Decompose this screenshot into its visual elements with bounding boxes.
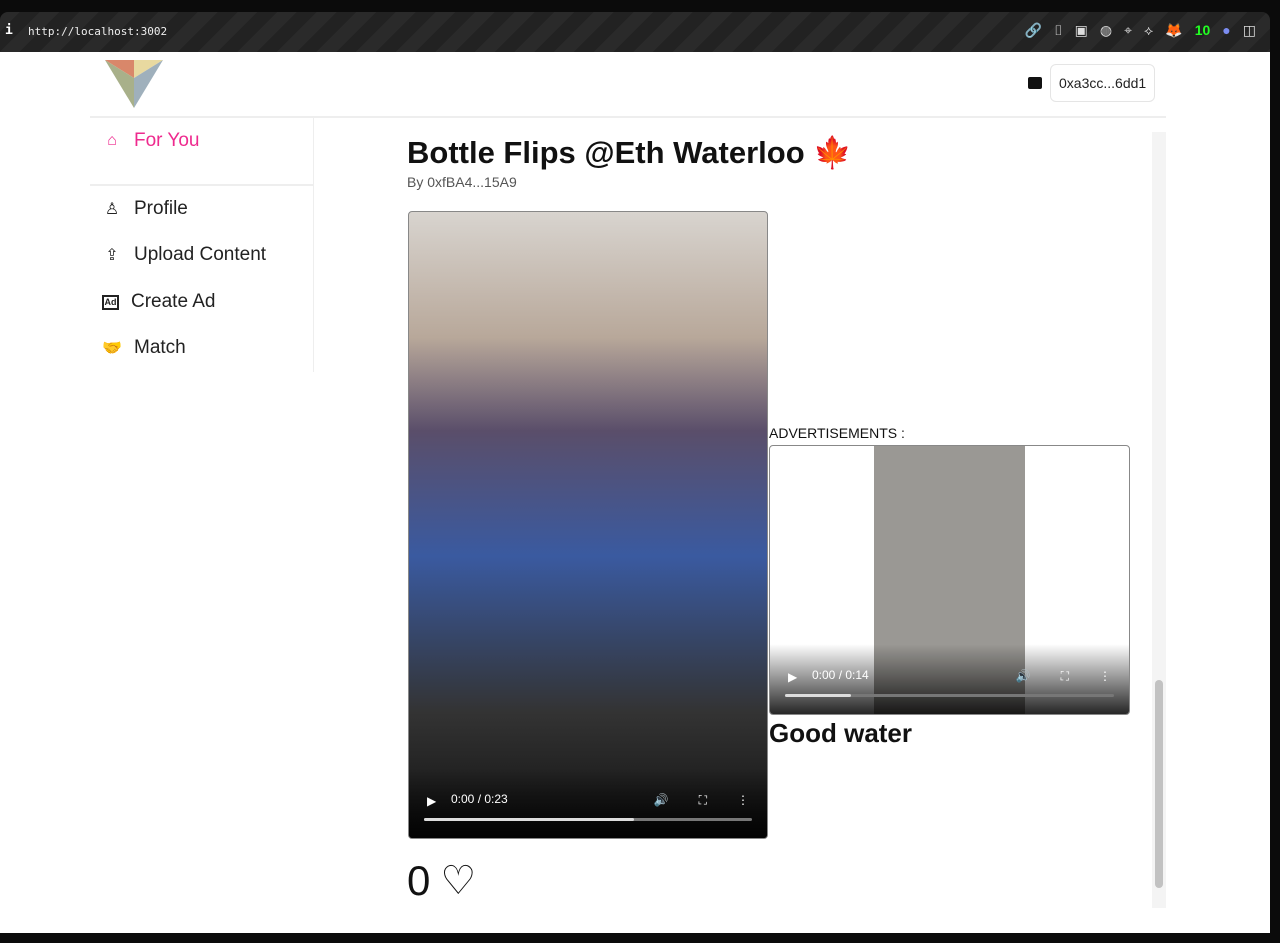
ethereum-icon[interactable]: ●: [1222, 22, 1230, 39]
terminal-icon[interactable]: ▣: [1075, 22, 1088, 39]
sidebar-divider: [90, 184, 314, 186]
ad-video[interactable]: ▶ 0:00 / 0:14 🔊 ⛶ ⋮: [769, 445, 1130, 715]
fullscreen-icon[interactable]: ⛶: [1061, 669, 1069, 684]
extension-icon[interactable]: ⟡: [1144, 22, 1153, 39]
ad-video-progress-bar[interactable]: [785, 694, 1114, 697]
extension-badge[interactable]: 10: [1195, 22, 1211, 39]
sidebar-toggle-icon[interactable]: ◫: [1243, 22, 1256, 39]
sidebar-item-profile[interactable]: ♙ Profile: [102, 198, 188, 220]
like-section: 0 ♡: [407, 857, 476, 905]
volume-icon[interactable]: 🔊: [654, 793, 669, 808]
sidebar-item-upload-content[interactable]: ⇪ Upload Content: [102, 244, 266, 266]
video-buffered-fill: [424, 818, 634, 821]
crosshair-icon[interactable]: ⌖: [1124, 22, 1132, 39]
metamask-icon[interactable]: 🦊: [1165, 22, 1182, 39]
ad-video-controls: ▶ 0:00 / 0:14 🔊 ⛶ ⋮: [770, 644, 1129, 714]
upload-icon: ⇪: [105, 247, 119, 264]
post-video[interactable]: ▶ 0:00 / 0:23 🔊 ⛶ ⋮: [408, 211, 768, 839]
address-bar[interactable]: http://localhost:3002: [28, 25, 167, 38]
more-icon[interactable]: ⋮: [737, 793, 749, 808]
wallet[interactable]: 0xa3cc...6dd1: [1028, 64, 1156, 102]
heart-icon[interactable]: ♡: [440, 858, 476, 904]
logo[interactable]: [105, 60, 163, 108]
ads-label: ADVERTISEMENTS :: [769, 425, 905, 441]
ad-video-time: 0:00 / 0:14: [812, 668, 869, 682]
scrollbar[interactable]: [1152, 132, 1166, 908]
ad-icon: Ad: [102, 294, 119, 310]
sidebar-item-create-ad[interactable]: Ad Create Ad: [102, 291, 216, 313]
browser-toolbar: i http://localhost:3002 🔗 ⌷ ▣ ◍ ⌖ ⟡ 🦊 10…: [0, 12, 1270, 52]
sidebar-item-for-you[interactable]: ⌂ For You: [102, 130, 199, 152]
video-progress-bar[interactable]: [424, 818, 752, 821]
video-controls: ▶ 0:00 / 0:23 🔊 ⛶ ⋮: [409, 768, 767, 838]
globe-icon[interactable]: ◍: [1100, 22, 1112, 39]
toolbar-icons: 🔗 ⌷ ▣ ◍ ⌖ ⟡ 🦊 10 ● ◫: [1025, 22, 1256, 39]
play-icon[interactable]: ▶: [427, 794, 436, 808]
ad-title: Good water: [769, 718, 913, 748]
post-author[interactable]: By 0xfBA4...15A9: [407, 174, 517, 190]
more-icon[interactable]: ⋮: [1099, 669, 1111, 684]
page: 0xa3cc...6dd1 ⌂ For You ♙ Profile ⇪ Upload …: [0, 52, 1270, 933]
volume-icon[interactable]: 🔊: [1016, 669, 1031, 684]
handshake-icon: 🤝: [102, 340, 122, 357]
post-title: Bottle Flips @Eth Waterloo 🍁: [407, 135, 852, 170]
link-icon[interactable]: 🔗: [1025, 22, 1042, 39]
info-icon[interactable]: i: [5, 23, 13, 38]
video-time: 0:00 / 0:23: [451, 792, 508, 806]
wallet-address-button[interactable]: 0xa3cc...6dd1: [1050, 64, 1156, 102]
play-icon[interactable]: ▶: [788, 670, 797, 684]
fullscreen-icon[interactable]: ⛶: [699, 793, 707, 808]
sidebar-item-match[interactable]: 🤝 Match: [102, 337, 186, 359]
like-count: 0: [407, 857, 431, 904]
home-icon: ⌂: [107, 132, 117, 149]
scrollbar-thumb[interactable]: [1155, 680, 1163, 888]
wallet-icon: [1028, 77, 1042, 89]
sidebar: ⌂ For You ♙ Profile ⇪ Upload Content Ad Crea…: [90, 118, 314, 372]
ad-video-buffered-fill: [785, 694, 851, 697]
camera-icon[interactable]: ⌷: [1054, 22, 1062, 39]
user-icon: ♙: [104, 201, 120, 218]
